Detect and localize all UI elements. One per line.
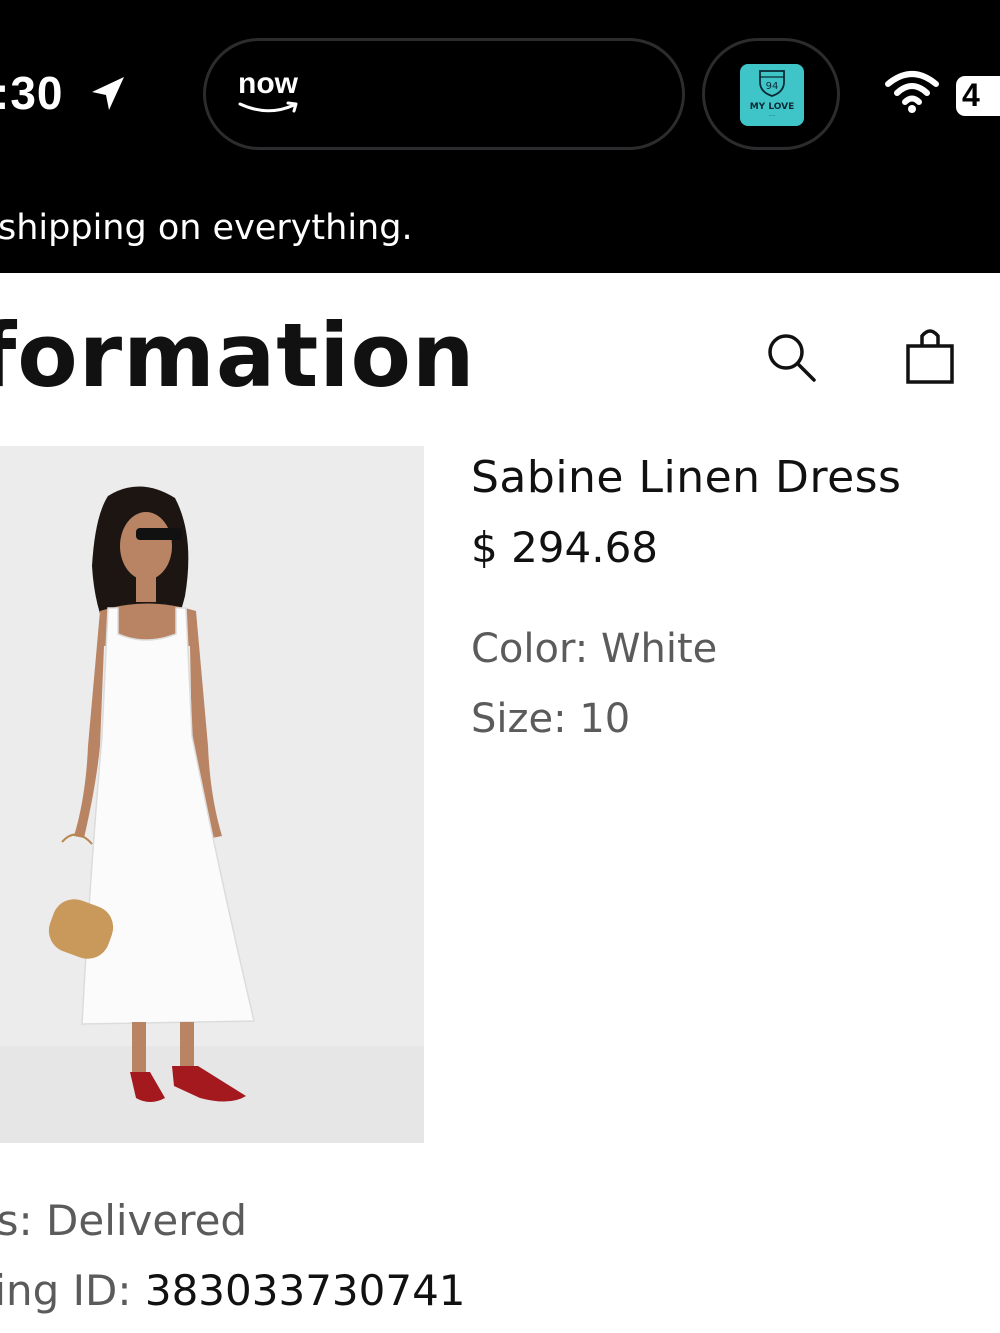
size-value: 10 xyxy=(579,696,631,742)
battery-icon: 4 xyxy=(956,76,1000,116)
status-bar: :30 now 94 MY LOVE ····· 4 xyxy=(0,0,1000,180)
search-icon[interactable] xyxy=(764,330,820,386)
interstate-shield-icon: 94 xyxy=(759,70,785,97)
album-subtitle-decoration: ····· xyxy=(768,113,776,118)
promo-text: shipping on everything. xyxy=(0,208,413,248)
live-activity-pill[interactable]: now xyxy=(203,38,685,150)
product-photo-illustration xyxy=(0,446,424,1143)
shield-number: 94 xyxy=(766,81,779,92)
product-image[interactable] xyxy=(0,446,424,1143)
product-name[interactable]: Sabine Linen Dress xyxy=(471,452,901,503)
promo-banner[interactable]: shipping on everything. xyxy=(0,180,1000,273)
location-arrow-icon xyxy=(92,77,124,110)
status-time: :30 xyxy=(0,67,64,119)
size-label: Size: xyxy=(471,696,567,742)
status-value: Delivered xyxy=(46,1196,248,1245)
tracking-label: king ID: xyxy=(0,1266,132,1315)
product-price: $ 294.68 xyxy=(471,523,659,572)
now-playing-pill[interactable]: 94 MY LOVE ····· xyxy=(702,38,840,150)
color-label: Color: xyxy=(471,626,589,672)
album-art: 94 MY LOVE ····· xyxy=(740,64,804,126)
wifi-icon xyxy=(885,71,939,113)
now-logo: now xyxy=(238,67,298,100)
color-value: White xyxy=(600,626,718,672)
album-title: MY LOVE xyxy=(749,102,795,112)
size-attribute: Size: 10 xyxy=(471,696,630,742)
tracking-row: king ID: 383033730741 xyxy=(0,1266,466,1315)
amazon-smile-icon xyxy=(238,101,298,113)
shopping-bag-icon[interactable] xyxy=(902,324,958,388)
order-status: us: Delivered xyxy=(0,1196,247,1245)
brand-heading[interactable]: formation xyxy=(0,304,476,407)
status-label: us: xyxy=(0,1196,33,1245)
color-attribute: Color: White xyxy=(471,626,717,672)
battery-level: 4 xyxy=(962,77,980,113)
tracking-id[interactable]: 383033730741 xyxy=(145,1266,466,1315)
